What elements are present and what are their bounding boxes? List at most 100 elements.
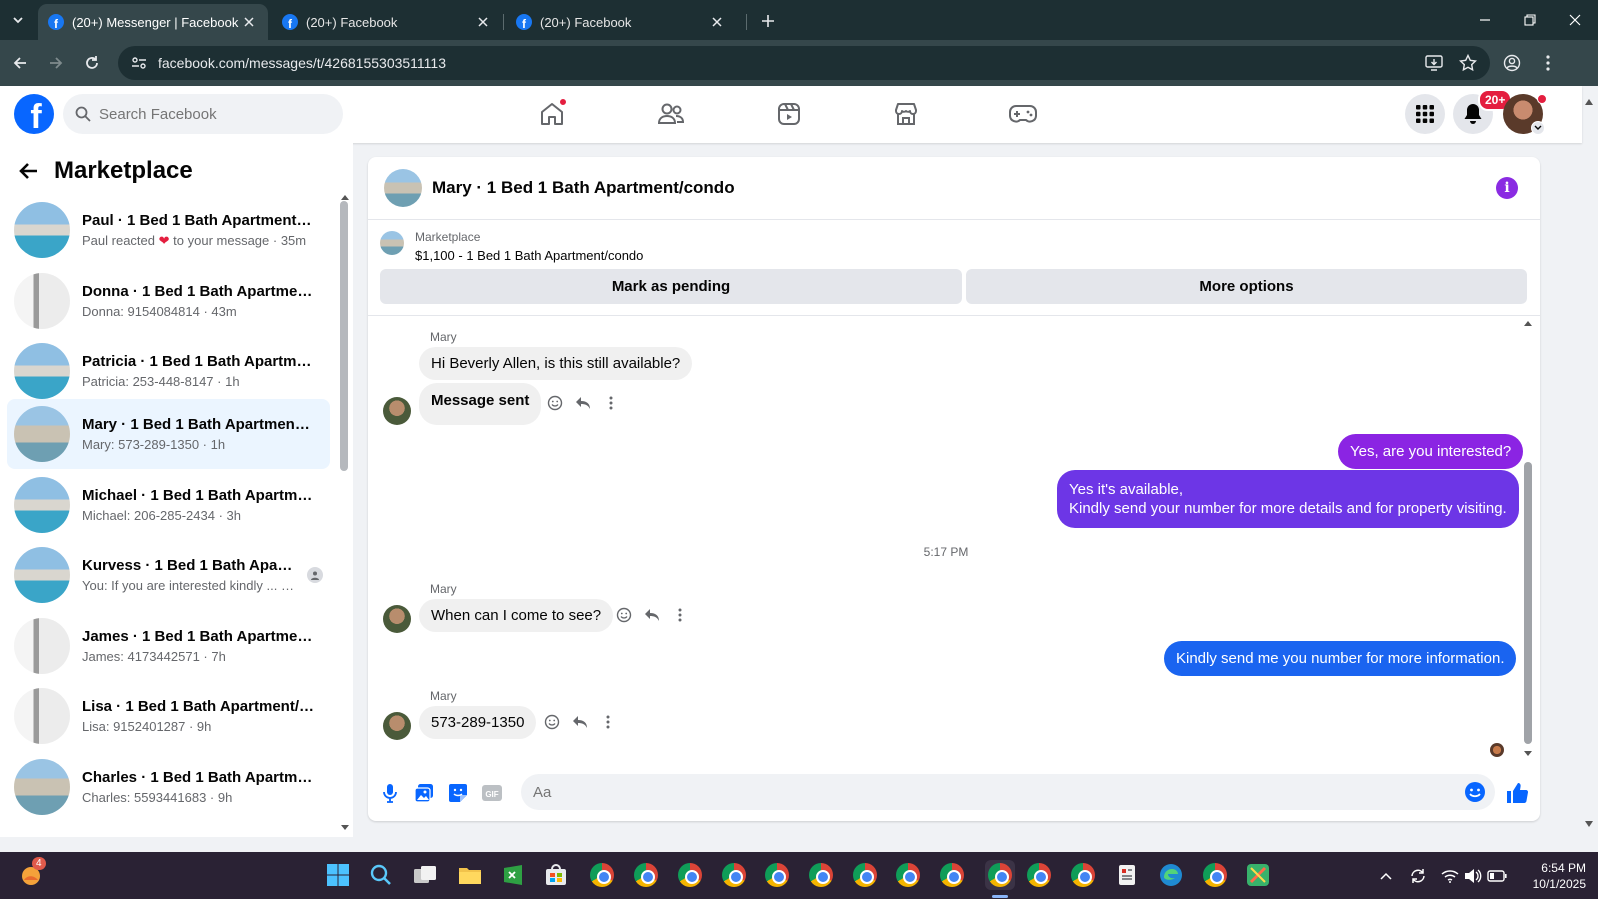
browser-tab-messenger[interactable]: f (20+) Messenger | Facebook [38,4,268,40]
info-icon[interactable]: i [1496,177,1518,199]
store-app-icon[interactable] [541,860,571,890]
nav-friends[interactable] [646,94,696,134]
conversation-item[interactable]: Patricia · 1 Bed 1 Bath Apartmen... Patr… [7,336,330,406]
more-options-button[interactable]: More options [966,269,1527,304]
outgoing-message[interactable]: Yes, are you interested? [1338,434,1524,469]
back-button[interactable] [8,51,32,75]
back-arrow-icon[interactable] [18,162,38,180]
incoming-message[interactable]: Message sent [419,383,542,425]
scroll-up-arrow-icon[interactable] [1523,319,1533,327]
photo-attach-icon[interactable] [412,781,436,805]
listing-avatar[interactable] [384,169,422,207]
chrome-profile-icon[interactable] [937,860,967,890]
conversation-item[interactable]: Lisa · 1 Bed 1 Bath Apartment/co... Lisa… [7,681,330,751]
sticker-icon[interactable] [446,781,470,805]
gif-icon[interactable]: GIF [480,781,504,805]
thumbs-up-like-icon[interactable] [1505,781,1529,805]
more-vertical-icon[interactable] [666,603,694,627]
edge-browser-icon[interactable] [1156,860,1186,890]
message-input[interactable] [533,783,1463,801]
page-scrollbar[interactable] [1585,98,1593,828]
address-bar[interactable]: facebook.com/messages/t/4268155303511113 [118,46,1490,80]
messages-scrollbar[interactable] [1524,462,1532,744]
search-taskbar-icon[interactable] [366,860,396,890]
conversation-item[interactable]: James · 1 Bed 1 Bath Apartment/... James… [7,611,330,681]
conversation-item[interactable]: Charles · 1 Bed 1 Bath Apartmen... Charl… [7,752,330,822]
incoming-message[interactable]: 573-289-1350 [419,706,537,739]
site-info-icon[interactable] [124,55,154,71]
conversation-title[interactable]: Mary · 1 Bed 1 Bath Apartment/condo [432,178,735,198]
chrome-profile-icon[interactable] [675,860,705,890]
conversation-item[interactable]: Donna · 1 Bed 1 Bath Apartment... Donna:… [7,266,330,336]
inbox-scrollbar[interactable] [340,201,348,471]
chrome-active-window-icon[interactable] [985,860,1015,890]
react-emoji-icon[interactable] [538,710,566,734]
start-windows-icon[interactable] [323,860,353,890]
profile-icon[interactable] [1500,51,1524,75]
browser-tab-facebook-2[interactable]: f (20+) Facebook [506,4,736,40]
document-app-icon[interactable] [1112,860,1142,890]
show-hidden-icons-chevron-icon[interactable] [1376,866,1396,886]
spreadsheet-app-icon[interactable] [498,860,528,890]
incoming-message[interactable]: When can I come to see? [419,599,614,632]
tab-search-button[interactable] [6,8,30,32]
nav-home[interactable] [527,94,577,134]
message-input-box[interactable] [521,774,1495,810]
chrome-profile-icon[interactable] [1024,860,1054,890]
browser-menu-icon[interactable] [1536,51,1560,75]
battery-icon[interactable] [1487,866,1507,886]
conversation-item[interactable]: Michael · 1 Bed 1 Bath Apartmen... Micha… [7,470,330,540]
chrome-profile-icon[interactable] [587,860,617,890]
outgoing-message[interactable]: Kindly send me you number for more infor… [1164,641,1517,676]
wifi-icon[interactable] [1440,866,1460,886]
file-explorer-icon[interactable] [455,860,485,890]
close-tab-icon[interactable] [474,13,492,31]
react-emoji-icon[interactable] [541,391,569,415]
close-tab-icon[interactable] [708,13,726,31]
minimize-button[interactable] [1470,8,1500,32]
reply-icon[interactable] [638,603,666,627]
close-window-button[interactable] [1560,8,1590,32]
chrome-profile-icon[interactable] [893,860,923,890]
chrome-profile-icon[interactable] [806,860,836,890]
forward-button[interactable] [44,51,68,75]
nav-video[interactable] [764,94,814,134]
microphone-icon[interactable] [378,781,402,805]
reply-icon[interactable] [569,391,597,415]
chrome-profile-icon[interactable] [762,860,792,890]
paint-app-icon[interactable] [1243,860,1273,890]
scroll-down-arrow-icon[interactable] [340,823,350,833]
new-tab-button[interactable] [756,9,780,33]
chrome-profile-icon[interactable] [850,860,880,890]
listing-small-thumbnail[interactable] [380,231,404,255]
volume-icon[interactable] [1463,866,1483,886]
search-box[interactable] [63,94,343,134]
mark-as-pending-button[interactable]: Mark as pending [380,269,962,304]
emoji-picker-icon[interactable] [1463,780,1487,804]
chrome-profile-icon[interactable] [631,860,661,890]
sender-avatar[interactable] [383,397,411,425]
bookmark-star-icon[interactable] [1456,51,1480,75]
scroll-down-arrow-icon[interactable] [1523,750,1533,758]
react-emoji-icon[interactable] [610,603,638,627]
reply-icon[interactable] [566,710,594,734]
more-vertical-icon[interactable] [594,710,622,734]
install-app-icon[interactable] [1422,51,1446,75]
listing-price-title[interactable]: $1,100 - 1 Bed 1 Bath Apartment/condo [415,248,643,263]
close-tab-icon[interactable] [240,13,258,31]
sync-icon[interactable] [1408,866,1428,886]
reload-button[interactable] [80,51,104,75]
conversation-item-active[interactable]: Mary · 1 Bed 1 Bath Apartment/c... Mary:… [7,399,330,469]
sender-avatar[interactable] [383,712,411,740]
chrome-profile-icon[interactable] [1200,860,1230,890]
system-clock[interactable]: 6:54 PM 10/1/2025 [1526,860,1586,892]
conversation-item[interactable]: Kurvess · 1 Bed 1 Bath Apartm... You: If… [7,540,330,610]
incoming-message[interactable]: Hi Beverly Allen, is this still availabl… [419,347,693,380]
facebook-logo-icon[interactable]: f [14,94,54,134]
sender-avatar[interactable] [383,605,411,633]
account-chevron-icon[interactable] [1531,121,1545,135]
browser-tab-facebook-1[interactable]: f (20+) Facebook [272,4,502,40]
chrome-profile-icon[interactable] [1068,860,1098,890]
chrome-profile-icon[interactable] [719,860,749,890]
menu-button[interactable] [1405,94,1445,134]
